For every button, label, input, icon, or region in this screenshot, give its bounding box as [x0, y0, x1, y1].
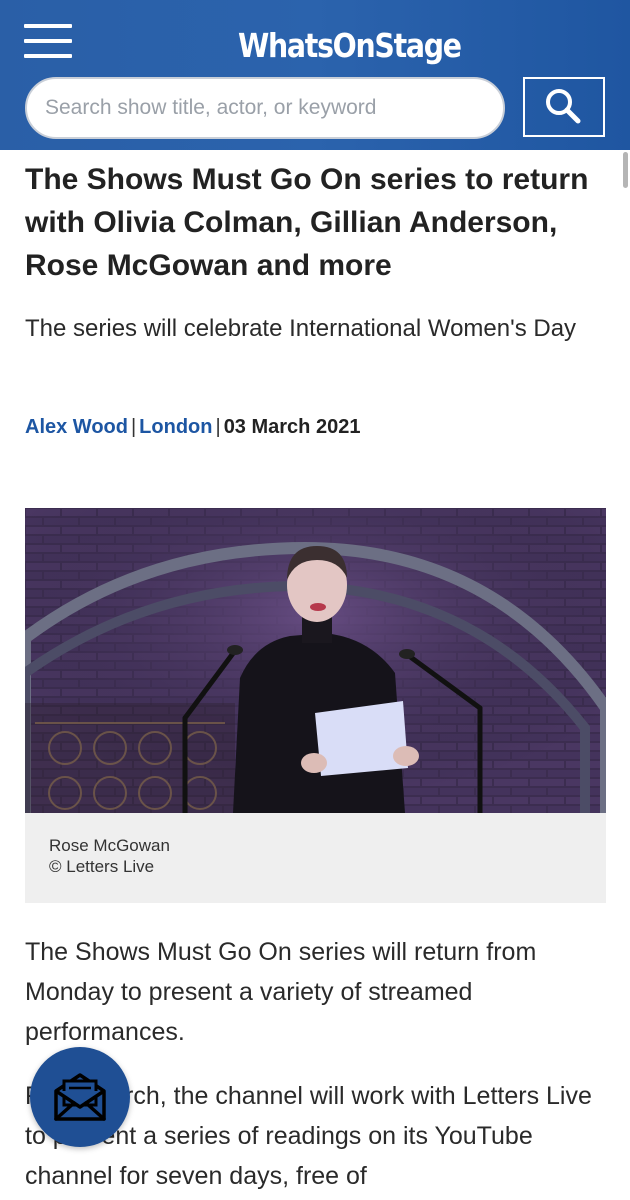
search-input[interactable]	[25, 77, 505, 139]
search-icon	[546, 89, 581, 124]
author-link[interactable]: Alex Wood	[25, 416, 128, 438]
article-title: The Shows Must Go On series to return wi…	[25, 163, 589, 282]
envelope-icon	[54, 1073, 106, 1121]
location-link[interactable]: London	[139, 416, 212, 438]
hero-photo-rose-mcgowan-performing	[25, 508, 606, 813]
menu-line	[24, 54, 72, 58]
menu-line	[24, 24, 72, 28]
byline-separator: |	[130, 416, 137, 438]
hamburger-menu-button[interactable]	[24, 24, 72, 58]
article-paragraph: The Shows Must Go On series will return …	[25, 938, 537, 1046]
caption-credit: © Letters Live	[49, 857, 155, 876]
newsletter-signup-button[interactable]	[30, 1047, 130, 1147]
menu-line	[24, 39, 72, 43]
caption-name: Rose McGowan	[49, 836, 170, 855]
article-subtitle: The series will celebrate International …	[25, 315, 577, 342]
publish-date: 03 March 2021	[223, 416, 361, 438]
site-logo[interactable]: WhatsOnStage	[238, 26, 462, 65]
site-header: WhatsOnStage	[0, 0, 630, 150]
byline-separator: |	[215, 416, 221, 438]
image-caption: Rose McGowan © Letters Live	[25, 813, 606, 903]
scrollbar[interactable]	[623, 152, 628, 188]
search-button[interactable]	[523, 77, 605, 137]
byline: Alex Wood | London | 03 March 2021	[25, 416, 360, 439]
article-hero-image	[25, 508, 606, 813]
